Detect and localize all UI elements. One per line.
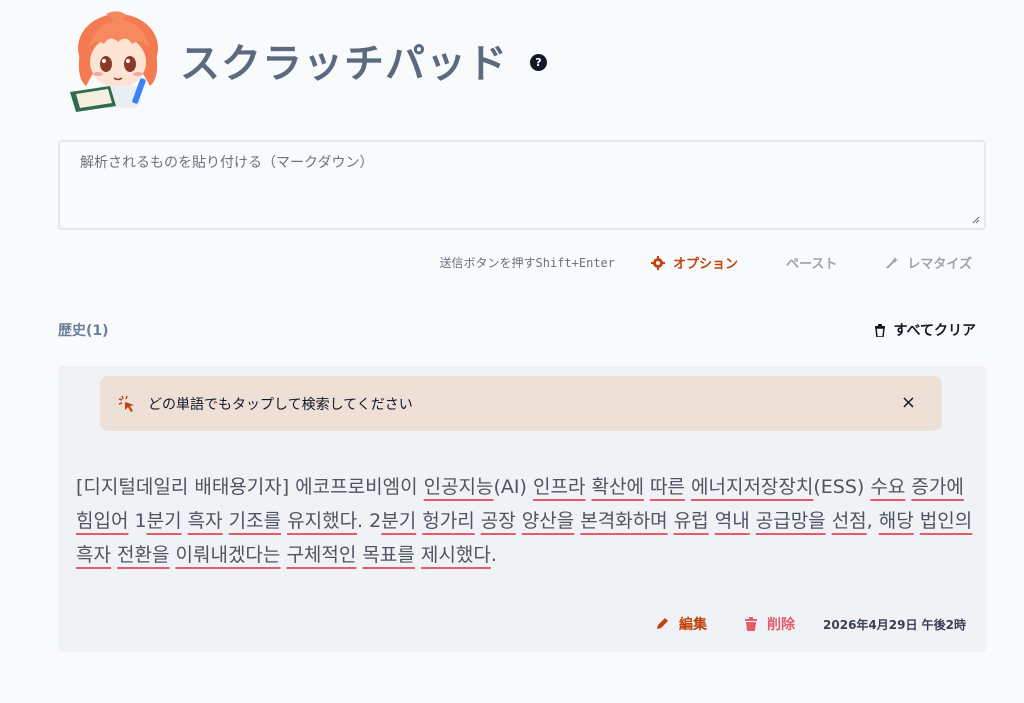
tappable-word[interactable]: 법인의 [920,510,972,532]
tappable-word[interactable]: 헝가리 [422,510,474,532]
tappable-word[interactable]: 선점 [832,510,867,532]
tappable-word[interactable]: 흑자 [76,544,111,566]
text-fragment: 1 [128,510,147,532]
tappable-word[interactable]: 전환을 [117,544,169,566]
delete-button[interactable]: 削除 [745,614,795,634]
options-button[interactable]: オプション [651,253,738,272]
history-entry-card: どの単語でもタップして検索してください × [디지털데일리 배태용기자] 에코프… [58,366,986,652]
clear-all-button[interactable]: すべてクリア [874,320,976,340]
text-fragment: (AI) [493,476,533,498]
submit-hint: 送信ボタンを押すShift+Enter [439,256,615,270]
tappable-word[interactable]: 유럽 [674,510,709,532]
magic-wand-icon [885,256,899,270]
markdown-input[interactable] [60,142,984,228]
app-header: スクラッチパッド ? [66,8,547,112]
edit-label: 編集 [679,617,708,633]
tappable-word[interactable]: 인공지능 [424,476,494,498]
history-heading: 歴史(1) [58,323,109,339]
tappable-word[interactable]: 구체적인 [286,544,356,566]
tappable-word[interactable]: 따른 [650,476,685,498]
text-fragment: . [490,544,497,566]
parsed-text: [디지털데일리 배태용기자] 에코프로비엠이 인공지능(AI) 인프라 확산에 … [76,470,976,572]
edit-button[interactable]: 編集 [655,614,707,634]
tappable-word[interactable]: 분기 [381,510,416,532]
tappable-word[interactable]: 공장 [481,510,516,532]
avatar [70,11,158,112]
resize-grip-icon[interactable] [972,216,980,224]
tap-tip-banner: どの単語でもタップして検索してください × [100,376,942,431]
options-label: オプション [673,257,739,272]
paste-button[interactable]: ペースト [786,253,837,272]
tappable-word[interactable]: 본격화하며 [580,510,667,532]
trash-icon [745,617,758,631]
tappable-word[interactable]: 이뤄내겠다는 [176,544,281,566]
text-fragment: . 2 [357,510,382,532]
markdown-input-container [58,140,986,230]
entry-footer: 編集 削除 2026年4月29日 午後2時 [655,614,966,634]
tappable-word[interactable]: 해당 [879,510,914,532]
gear-icon [651,255,665,270]
input-toolbar: 送信ボタンを押すShift+Enter オプション ペースト レマタイズ [440,253,972,272]
trash-icon [874,323,886,337]
paste-label: ペースト [786,257,838,272]
question-circle-icon[interactable]: ? [530,53,547,71]
lemmatize-label: レマタイズ [907,257,972,272]
tappable-word[interactable]: 양산을 [522,510,574,532]
tappable-word[interactable]: 증가에 [911,476,963,498]
tappable-word[interactable]: 에너지저장장치 [691,476,813,498]
page-title: スクラッチパッド [180,41,508,87]
tap-cursor-icon [118,395,136,413]
tappable-word[interactable]: 힘입어 [76,510,128,532]
tappable-word[interactable]: 수요 [870,476,905,498]
tappable-word[interactable]: 흑자 [188,510,223,532]
tappable-word[interactable]: 제시했다 [421,544,491,566]
lemmatize-button[interactable]: レマタイズ [885,253,972,272]
tappable-word[interactable]: 목표를 [362,544,414,566]
text-fragment: (ESS) [813,476,871,498]
entry-timestamp: 2026年4月29日 午後2時 [823,617,966,632]
delete-label: 削除 [767,617,796,633]
tappable-word[interactable]: 확산에 [591,476,643,498]
tappable-word[interactable]: 기조를 [229,510,281,532]
tappable-word[interactable]: 인프라 [533,476,585,498]
clear-all-label: すべてクリア [893,323,976,339]
tappable-word[interactable]: 공급망을 [756,510,826,532]
tappable-word[interactable]: 역내 [715,510,750,532]
close-icon[interactable]: × [901,392,916,413]
pencil-icon [655,617,669,631]
tip-text: どの単語でもタップして検索してください [148,396,413,413]
tappable-word[interactable]: 분기 [147,510,182,532]
tappable-word[interactable]: 유지했다 [287,510,357,532]
text-fragment: , [866,510,879,532]
text-fragment: [디지털데일리 배태용기자] 에코프로비엠이 [76,476,424,498]
